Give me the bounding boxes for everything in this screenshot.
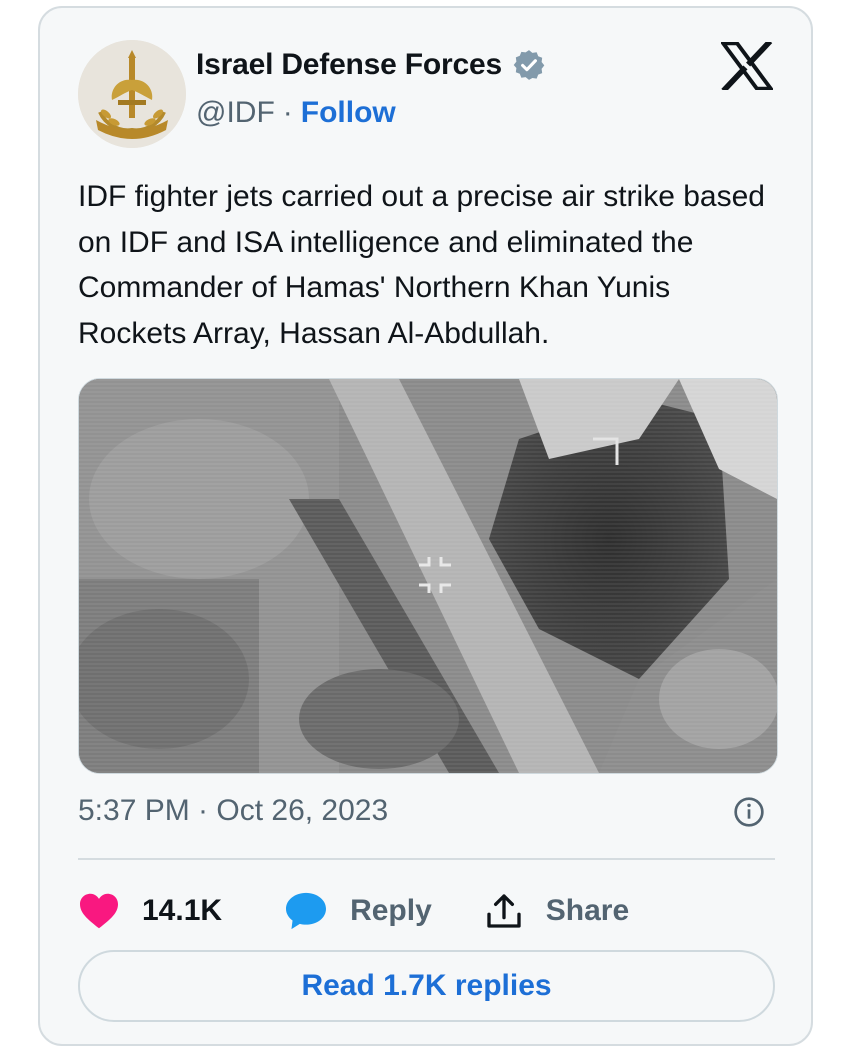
verified-badge-icon	[513, 50, 545, 80]
tweet-timestamp[interactable]: 5:37 PM · Oct 26, 2023	[78, 794, 388, 828]
like-count: 14.1K	[142, 894, 223, 927]
action-bar: 14.1K Reply Share	[78, 884, 629, 938]
share-upload-icon	[487, 894, 521, 928]
avatar[interactable]	[78, 40, 186, 148]
tweet-card: Israel Defense Forces @IDF · Follow IDF …	[38, 6, 813, 1046]
like-button[interactable]: 14.1K	[78, 892, 222, 930]
author-handle[interactable]: @IDF	[196, 96, 275, 130]
follow-button[interactable]: Follow	[301, 96, 396, 130]
info-icon[interactable]	[733, 796, 765, 828]
aerial-strike-footage	[79, 379, 777, 773]
separator-dot: ·	[282, 96, 293, 129]
author-display-name[interactable]: Israel Defense Forces	[196, 48, 502, 82]
speech-bubble-icon	[286, 892, 327, 930]
x-logo-icon[interactable]	[721, 42, 773, 90]
reply-button[interactable]: Reply	[284, 891, 432, 931]
reply-label: Reply	[350, 894, 432, 927]
heart-icon	[80, 893, 118, 929]
share-label: Share	[545, 894, 630, 927]
share-button[interactable]: Share	[484, 891, 629, 931]
author-handle-row: @IDF · Follow	[196, 96, 396, 130]
read-replies-button[interactable]: Read 1.7K replies	[78, 950, 775, 1022]
tweet-media[interactable]	[78, 378, 778, 774]
tweet-text: IDF fighter jets carried out a precise a…	[78, 180, 765, 350]
author-name-row: Israel Defense Forces	[196, 48, 546, 82]
divider	[78, 858, 775, 860]
idf-emblem-icon	[78, 40, 186, 148]
